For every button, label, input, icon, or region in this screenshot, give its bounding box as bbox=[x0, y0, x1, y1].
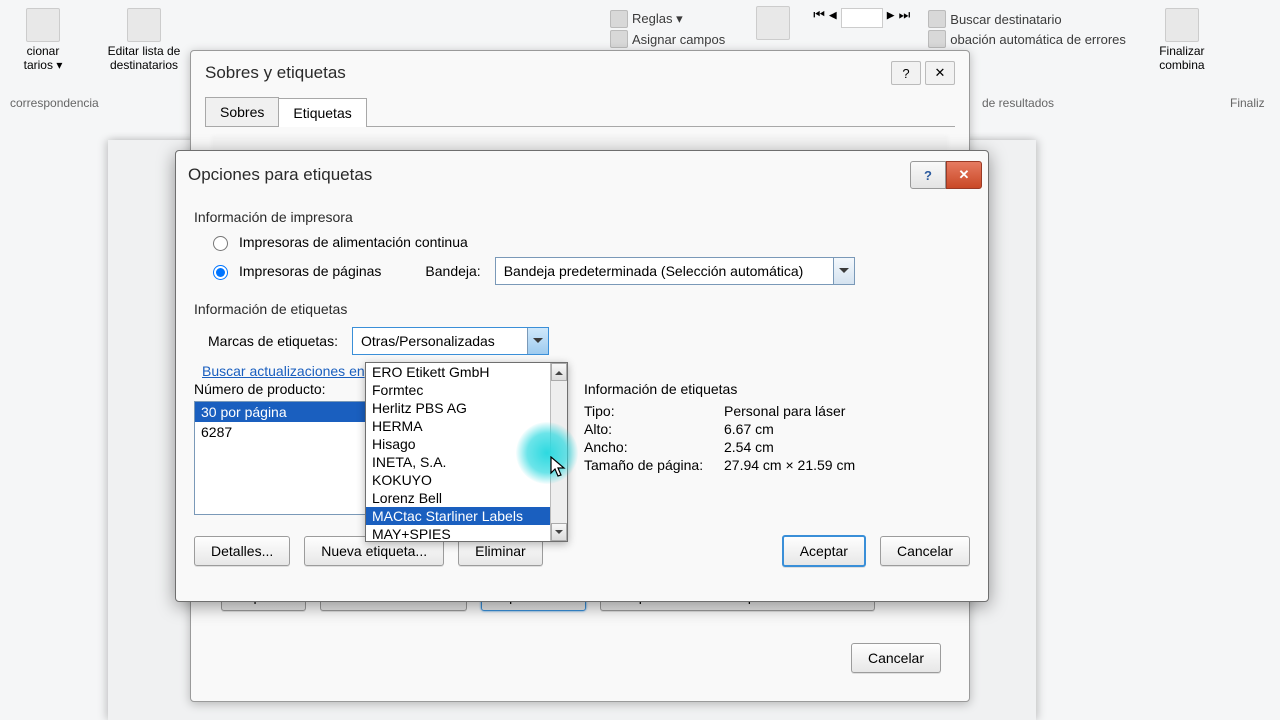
radio-continuous-printers[interactable]: Impresoras de alimentación continua bbox=[208, 233, 970, 251]
label-vendor-combobox[interactable]: Otras/Personalizadas bbox=[352, 327, 549, 355]
nav-next-icon[interactable]: ▶ bbox=[887, 8, 895, 28]
ribbon-group-label: de resultados bbox=[982, 96, 1054, 110]
tray-combobox[interactable]: Bandeja predeterminada (Selección automá… bbox=[495, 257, 855, 285]
dropdown-item[interactable]: Lorenz Bell bbox=[366, 489, 567, 507]
dialog-tabs: Sobres Etiquetas bbox=[205, 97, 955, 127]
finish-icon bbox=[1165, 8, 1199, 42]
info-label: Tipo: bbox=[584, 403, 724, 419]
tray-label: Bandeja: bbox=[425, 263, 480, 279]
label-info-header: Información de etiquetas bbox=[194, 301, 970, 317]
info-label: Tamaño de página: bbox=[584, 457, 724, 473]
list-item[interactable]: 30 por página bbox=[195, 402, 370, 422]
ribbon-auto-check[interactable]: obación automática de errores bbox=[928, 30, 1126, 48]
dropdown-item[interactable]: HERMA bbox=[366, 417, 567, 435]
dropdown-item[interactable]: Herlitz PBS AG bbox=[366, 399, 567, 417]
details-button[interactable]: Detalles... bbox=[194, 536, 290, 566]
nav-record-field[interactable] bbox=[841, 8, 883, 28]
cancel-button[interactable]: Cancelar bbox=[880, 536, 970, 566]
info-label: Alto: bbox=[584, 421, 724, 437]
dialog-button-row: Detalles... Nueva etiqueta... Eliminar A… bbox=[194, 535, 970, 567]
nav-last-icon[interactable]: ⏭ bbox=[899, 8, 911, 28]
dialog-titlebar: Opciones para etiquetas ? ✕ bbox=[176, 151, 988, 197]
dropdown-item[interactable]: INETA, S.A. bbox=[366, 453, 567, 471]
label-options-dialog: Opciones para etiquetas ? ✕ Información … bbox=[175, 150, 989, 602]
ribbon-find-recipient[interactable]: Buscar destinatario bbox=[928, 10, 1126, 28]
ribbon-group: Buscar destinatario obación automática d… bbox=[920, 4, 1134, 54]
product-number-label: Número de producto: bbox=[194, 381, 384, 397]
label-vendor-dropdown-list[interactable]: ERO Etikett GmbH Formtec Herlitz PBS AG … bbox=[365, 362, 568, 542]
chevron-down-icon[interactable] bbox=[833, 258, 854, 284]
dropdown-item[interactable]: Formtec bbox=[366, 381, 567, 399]
info-value: Personal para láser bbox=[724, 403, 845, 419]
record-nav: ⏮ ◀ ▶ ⏭ bbox=[813, 4, 910, 28]
info-label: Ancho: bbox=[584, 439, 724, 455]
ribbon-preview-icon[interactable] bbox=[733, 4, 813, 40]
ok-button[interactable]: Aceptar bbox=[782, 535, 866, 567]
ribbon-group: Reglas ▾ Asignar campos bbox=[602, 4, 733, 54]
tab-sobres[interactable]: Sobres bbox=[205, 97, 279, 126]
preview-icon bbox=[756, 6, 790, 40]
tray-value: Bandeja predeterminada (Selección automá… bbox=[496, 263, 833, 279]
nav-prev-icon[interactable]: ◀ bbox=[829, 8, 837, 28]
match-icon bbox=[610, 30, 628, 48]
dropdown-item[interactable]: KOKUYO bbox=[366, 471, 567, 489]
close-button[interactable]: ✕ bbox=[925, 61, 955, 85]
dropdown-item[interactable]: ERO Etikett GmbH bbox=[366, 363, 567, 381]
radio-input[interactable] bbox=[213, 265, 228, 280]
ribbon-rules[interactable]: Reglas ▾ bbox=[610, 10, 725, 28]
info-value: 27.94 cm × 21.59 cm bbox=[724, 457, 855, 473]
help-button[interactable]: ? bbox=[910, 161, 946, 189]
ribbon-label: Finalizar combina bbox=[1142, 44, 1222, 72]
dropdown-item[interactable]: MACtac Starliner Labels bbox=[366, 507, 567, 525]
radio-page-printers[interactable]: Impresoras de páginas bbox=[208, 262, 381, 280]
scroll-down-icon[interactable] bbox=[551, 523, 567, 541]
close-button[interactable]: ✕ bbox=[946, 161, 982, 189]
ribbon-match-fields[interactable]: Asignar campos bbox=[610, 30, 725, 48]
tab-etiquetas[interactable]: Etiquetas bbox=[278, 98, 366, 127]
info-value: 2.54 cm bbox=[724, 439, 774, 455]
find-updates-link[interactable]: Buscar actualizaciones en bbox=[202, 363, 365, 379]
printer-info-header: Información de impresora bbox=[194, 209, 970, 225]
edit-list-icon bbox=[127, 8, 161, 42]
scroll-up-icon[interactable] bbox=[551, 363, 567, 381]
vendor-value: Otras/Personalizadas bbox=[353, 333, 527, 349]
recipients-icon bbox=[26, 8, 60, 42]
ribbon-group-label: Finaliz bbox=[1230, 96, 1265, 110]
nav-first-icon[interactable]: ⏮ bbox=[813, 8, 825, 28]
ribbon-finish[interactable]: Finalizar combina bbox=[1134, 4, 1230, 76]
search-icon bbox=[928, 10, 946, 28]
ribbon-item[interactable]: cionar tarios ▾ bbox=[0, 4, 86, 76]
radio-label: Impresoras de páginas bbox=[239, 263, 381, 279]
radio-label: Impresoras de alimentación continua bbox=[239, 234, 468, 250]
dropdown-item[interactable]: Hisago bbox=[366, 435, 567, 453]
cancel-button[interactable]: Cancelar bbox=[851, 643, 941, 673]
check-icon bbox=[928, 30, 946, 48]
ribbon-group-label: correspondencia bbox=[0, 96, 99, 110]
ribbon-label: Editar lista de destinatarios bbox=[94, 44, 194, 72]
scrollbar[interactable] bbox=[550, 363, 567, 541]
vendor-label: Marcas de etiquetas: bbox=[208, 333, 338, 349]
product-number-listbox[interactable]: 30 por página 6287 bbox=[194, 401, 371, 515]
chevron-down-icon[interactable] bbox=[527, 328, 548, 354]
label-details-header: Información de etiquetas bbox=[584, 381, 970, 397]
dropdown-item[interactable]: MAY+SPIES bbox=[366, 525, 567, 541]
rules-icon bbox=[610, 10, 628, 28]
info-value: 6.67 cm bbox=[724, 421, 774, 437]
ribbon-label: cionar tarios ▾ bbox=[8, 44, 78, 72]
list-item[interactable]: 6287 bbox=[195, 422, 370, 442]
radio-input[interactable] bbox=[213, 236, 228, 251]
dialog-titlebar: Sobres y etiquetas ? ✕ bbox=[191, 51, 969, 91]
dialog-title: Opciones para etiquetas bbox=[188, 165, 372, 185]
dialog-title: Sobres y etiquetas bbox=[205, 63, 346, 83]
help-button[interactable]: ? bbox=[891, 61, 921, 85]
ribbon-item[interactable]: Editar lista de destinatarios bbox=[86, 4, 202, 76]
